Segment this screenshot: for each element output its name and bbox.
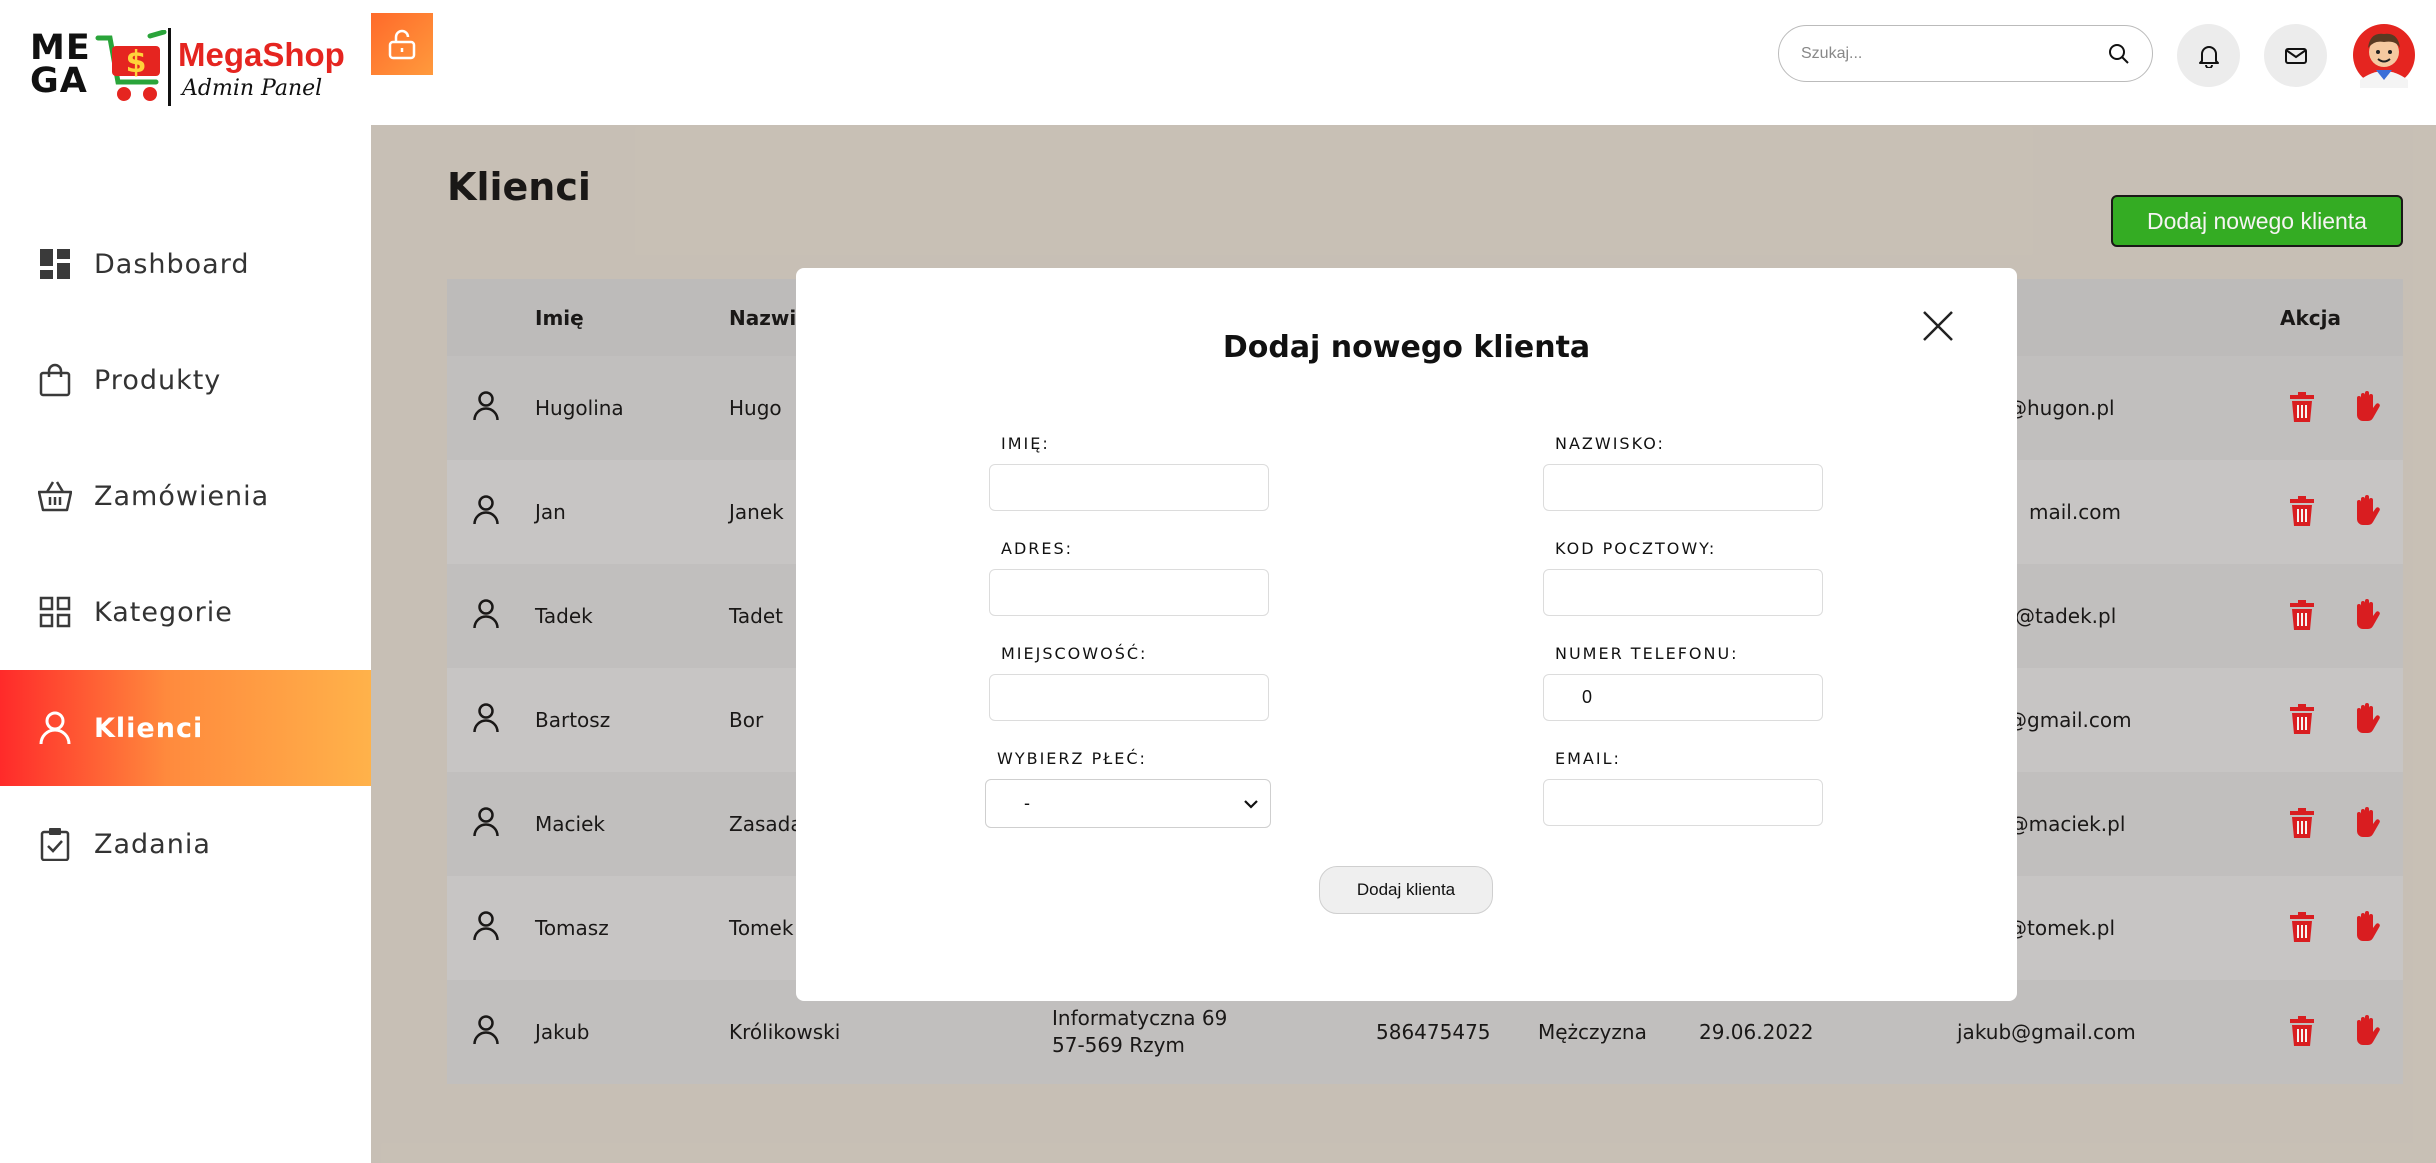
basket-icon xyxy=(38,479,72,513)
search-input[interactable] xyxy=(1801,44,2108,63)
shopping-cart-logo-icon: $ xyxy=(95,30,167,101)
sidebar-item-label: Zadania xyxy=(94,828,211,860)
grid-icon xyxy=(38,595,72,629)
sidebar-item-dashboard[interactable]: Dashboard xyxy=(0,206,371,322)
first-name-field[interactable] xyxy=(989,464,1269,511)
user-icon xyxy=(38,711,72,745)
gender-select-value: - xyxy=(1024,793,1030,813)
last-name-label: NAZWISKO: xyxy=(1555,434,1665,453)
sidebar-item-label: Zamówienia xyxy=(94,480,270,512)
sidebar: ME GA $ MegaShop Admin Panel Dashboard P… xyxy=(0,0,371,1163)
lock-toggle-button[interactable] xyxy=(371,13,433,75)
avatar[interactable] xyxy=(2352,22,2416,88)
postal-code-label: KOD POCZTOWY: xyxy=(1555,539,1717,558)
search-icon[interactable] xyxy=(2108,43,2130,65)
postal-code-field[interactable] xyxy=(1543,569,1823,616)
sidebar-item-kategorie[interactable]: Kategorie xyxy=(0,554,371,670)
logo-divider xyxy=(168,28,171,106)
lock-open-icon xyxy=(388,29,416,60)
address-label: ADRES: xyxy=(1001,539,1074,558)
phone-label: NUMER TELEFONU: xyxy=(1555,644,1739,663)
gender-select[interactable]: - xyxy=(985,779,1271,828)
email-field[interactable] xyxy=(1543,779,1823,826)
sidebar-item-zadania[interactable]: Zadania xyxy=(0,786,371,902)
search-box xyxy=(1778,25,2153,82)
sidebar-item-produkty[interactable]: Produkty xyxy=(0,322,371,438)
sidebar-item-label: Dashboard xyxy=(94,248,250,280)
sidebar-item-label: Kategorie xyxy=(94,596,233,628)
sidebar-item-label: Produkty xyxy=(94,364,222,396)
logo-subtitle: Admin Panel xyxy=(182,76,323,101)
messages-button[interactable] xyxy=(2264,24,2327,87)
logo-title: MegaShop xyxy=(178,36,345,73)
notifications-button[interactable] xyxy=(2177,24,2240,87)
city-field[interactable] xyxy=(989,674,1269,721)
phone-field[interactable] xyxy=(1543,674,1823,721)
clipboard-check-icon xyxy=(38,827,72,861)
add-client-modal: Dodaj nowego klienta IMIĘ: NAZWISKO: ADR… xyxy=(796,268,2017,1001)
mail-icon xyxy=(2284,47,2307,64)
svg-text:$: $ xyxy=(126,45,147,80)
bell-icon xyxy=(2198,45,2219,68)
logo-mega-text: ME GA xyxy=(30,28,91,101)
address-field[interactable] xyxy=(989,569,1269,616)
email-label: EMAIL: xyxy=(1555,749,1621,768)
sidebar-item-zamowienia[interactable]: Zamówienia xyxy=(0,438,371,554)
first-name-label: IMIĘ: xyxy=(1001,434,1050,453)
modal-title: Dodaj nowego klienta xyxy=(1222,330,1591,365)
city-label: MIEJSCOWOŚĆ: xyxy=(1001,644,1148,663)
sidebar-item-klienci[interactable]: Klienci xyxy=(0,670,371,786)
last-name-field[interactable] xyxy=(1543,464,1823,511)
submit-client-button[interactable]: Dodaj klienta xyxy=(1319,866,1493,914)
sidebar-item-label: Klienci xyxy=(94,712,204,744)
gender-label: WYBIERZ PŁEĆ: xyxy=(997,749,1147,768)
logo[interactable]: ME GA $ MegaShop Admin Panel xyxy=(30,24,350,114)
chevron-down-icon xyxy=(1244,799,1258,809)
dashboard-icon xyxy=(38,247,72,281)
shopping-bag-icon xyxy=(38,363,72,397)
sidebar-nav: Dashboard Produkty Zamówienia Kategorie … xyxy=(0,206,371,902)
